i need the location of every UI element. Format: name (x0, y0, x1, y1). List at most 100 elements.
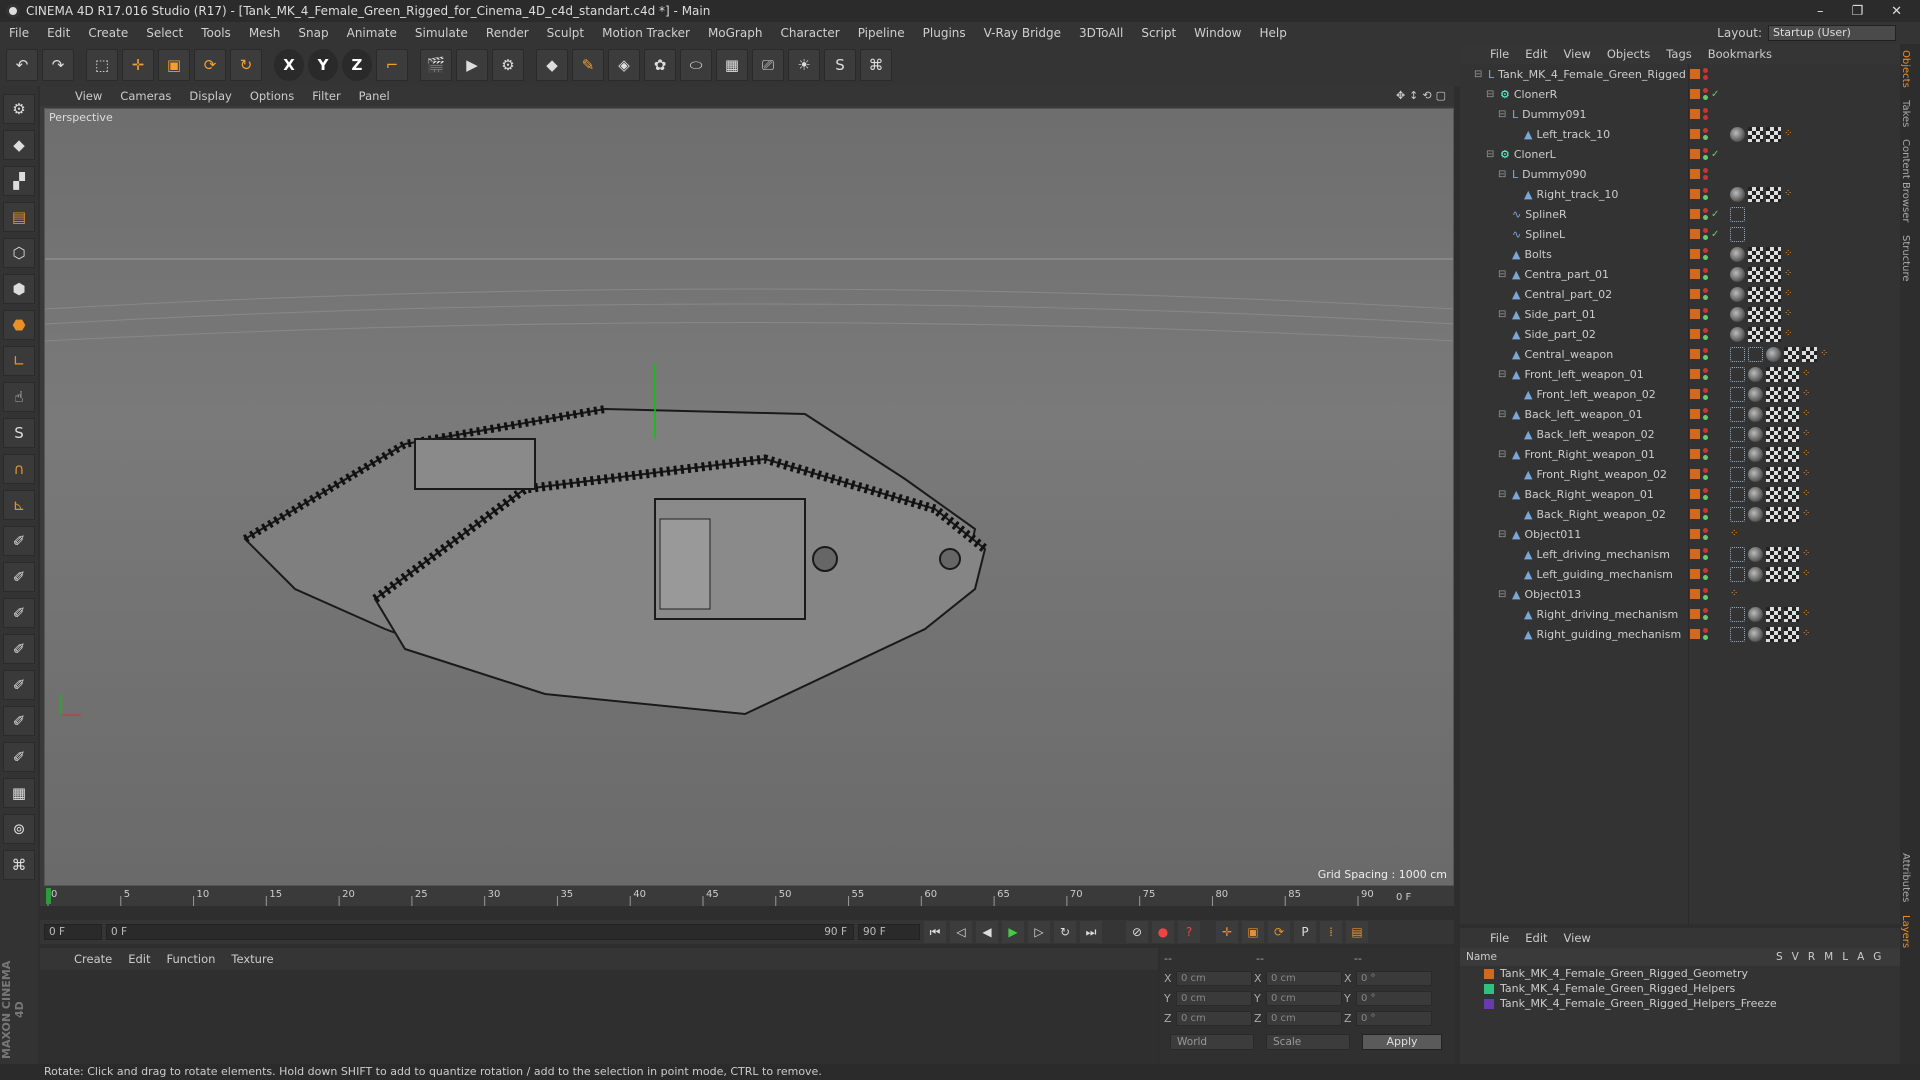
menu-item-mesh[interactable]: Mesh (240, 26, 290, 40)
selection-tag-icon[interactable] (1730, 466, 1745, 482)
texture-tag-icon[interactable] (1748, 246, 1763, 262)
render-visibility-dot[interactable] (1703, 255, 1708, 260)
texture-tag-icon[interactable] (1784, 566, 1799, 582)
timeline[interactable]: 0 5 10 15 20 25 30 35 40 45 50 55 60 65 70 75 80 85 90 0 F (40, 886, 1454, 906)
layer-color-swatch[interactable] (1484, 983, 1494, 994)
editor-visibility-dot[interactable] (1703, 608, 1708, 613)
phong-tag-icon[interactable]: ⁘ (1802, 469, 1812, 479)
object-flags[interactable]: ✓ (1690, 208, 1719, 220)
object-row[interactable]: ⊟ ⚙ ClonerR ✓ (1460, 84, 1900, 104)
side-tab-layers[interactable]: Layers (1900, 909, 1911, 954)
selection-tag-icon[interactable] (1730, 386, 1745, 402)
texture-tag-icon[interactable] (1766, 486, 1781, 502)
editor-visibility-dot[interactable] (1703, 268, 1708, 273)
object-name-cell[interactable]: ∿ SplineL (1498, 228, 1565, 241)
material-tag-icon[interactable] (1748, 366, 1763, 382)
render-visibility-dot[interactable] (1703, 575, 1708, 580)
render-visibility-dot[interactable] (1703, 475, 1708, 480)
maximize-button[interactable]: ❐ (1851, 4, 1863, 19)
key-scale-button[interactable]: ▣ (1242, 921, 1264, 943)
render-visibility-dot[interactable] (1703, 635, 1708, 640)
material-tag-icon[interactable] (1748, 406, 1763, 422)
menu-item-select[interactable]: Select (137, 26, 192, 40)
expand-toggle-icon[interactable]: ⊟ (1498, 529, 1508, 540)
x-axis-lock-button[interactable]: X (274, 49, 304, 81)
material-tag-icon[interactable] (1748, 566, 1763, 582)
texture-tag-icon[interactable] (1766, 606, 1781, 622)
deformer-button[interactable]: ⬭ (680, 49, 712, 81)
editor-visibility-dot[interactable] (1703, 128, 1708, 133)
layer-color-icon[interactable] (1690, 589, 1700, 599)
object-flags[interactable]: ✓ (1690, 88, 1719, 100)
object-flags[interactable] (1690, 68, 1708, 80)
object-name-cell[interactable]: ▲ Bolts (1498, 248, 1552, 261)
editor-visibility-dot[interactable] (1703, 108, 1708, 113)
menu-item-help[interactable]: Help (1250, 26, 1295, 40)
position-x-field[interactable]: 0 cm (1176, 970, 1252, 986)
render-visibility-dot[interactable] (1703, 375, 1708, 380)
timeline-window-button[interactable]: ▤ (1346, 921, 1368, 943)
rotation-x-field[interactable]: 0 ° (1356, 970, 1432, 986)
selection-tag-icon[interactable] (1748, 346, 1763, 362)
object-name-cell[interactable]: ▲ Back_left_weapon_02 (1510, 428, 1655, 441)
object-row[interactable]: ▲ Left_track_10 ⁘ (1460, 124, 1900, 144)
object-name-cell[interactable]: ▲ Left_track_10 (1510, 128, 1610, 141)
selection-tag-icon[interactable] (1730, 506, 1745, 522)
layer-row[interactable]: Tank_MK_4_Female_Green_Rigged_Geometry (1460, 966, 1900, 981)
expand-toggle-icon[interactable]: ⊟ (1498, 169, 1508, 180)
expand-toggle-icon[interactable]: ⊟ (1498, 409, 1508, 420)
material-menu-function[interactable]: Function (159, 952, 224, 966)
texture-tag-icon[interactable] (1766, 326, 1781, 342)
menu-item-pipeline[interactable]: Pipeline (849, 26, 914, 40)
layer-color-icon[interactable] (1690, 389, 1700, 399)
texture-tag-icon[interactable] (1766, 506, 1781, 522)
phong-tag-icon[interactable]: ⁘ (1784, 289, 1794, 299)
object-row[interactable]: ▲ Left_driving_mechanism ⁘ (1460, 544, 1900, 564)
object-row[interactable]: ▲ Central_part_02 ⁘ (1460, 284, 1900, 304)
render-visibility-dot[interactable] (1703, 535, 1708, 540)
magnet-2-button[interactable]: ⊚ (3, 814, 35, 844)
object-flags[interactable] (1690, 608, 1708, 620)
key-position-button[interactable]: ✛ (1216, 921, 1238, 943)
layer-color-icon[interactable] (1690, 369, 1700, 379)
editor-visibility-dot[interactable] (1703, 508, 1708, 513)
orbit-icon[interactable]: ⟲ (1422, 89, 1431, 102)
light-button[interactable]: ☀ (788, 49, 820, 81)
menu-item-window[interactable]: Window (1185, 26, 1250, 40)
move-tool-button[interactable]: ✛ (122, 49, 154, 81)
cloner-button[interactable]: ✿ (644, 49, 676, 81)
menu-item-snap[interactable]: Snap (289, 26, 337, 40)
rotate-tool-button[interactable]: ⟳ (194, 49, 226, 81)
object-menu-bookmarks[interactable]: Bookmarks (1700, 47, 1780, 61)
layer-color-icon[interactable] (1690, 549, 1700, 559)
texture-tag-icon[interactable] (1766, 366, 1781, 382)
render-visibility-dot[interactable] (1703, 235, 1708, 240)
go-to-end-button[interactable]: ⏭ (1080, 921, 1102, 943)
render-settings-button[interactable]: ⚙ (492, 49, 524, 81)
model-mode-button[interactable]: ◆ (3, 130, 35, 160)
menu-item-sculpt[interactable]: Sculpt (538, 26, 593, 40)
previous-frame-button[interactable]: ◀ (976, 921, 998, 943)
viewport-menu-cameras[interactable]: Cameras (111, 89, 180, 103)
viewport-canvas[interactable]: Perspective Grid Spacing: 1000 cm (44, 108, 1454, 886)
redo-button[interactable]: ↷ (42, 49, 74, 81)
python-script-button[interactable]: ⌘ (3, 850, 35, 880)
phong-tag-icon[interactable]: ⁘ (1802, 569, 1812, 579)
enabled-check-icon[interactable]: ✓ (1711, 229, 1719, 240)
snap-button[interactable]: ⊾ (3, 490, 35, 520)
vray-button[interactable]: S (824, 49, 856, 81)
object-flags[interactable] (1690, 488, 1708, 500)
object-flags[interactable] (1690, 448, 1708, 460)
object-row[interactable]: ▲ Right_track_10 ⁘ (1460, 184, 1900, 204)
object-name-cell[interactable]: ⊟ ▲ Front_Right_weapon_01 (1498, 448, 1655, 461)
side-tab-objects[interactable]: Objects (1900, 44, 1911, 94)
object-name-cell[interactable]: ⊟ L Tank_MK_4_Female_Green_Rigged (1474, 68, 1686, 81)
brush-2-button[interactable]: ✐ (3, 562, 35, 592)
object-name-cell[interactable]: ▲ Left_driving_mechanism (1510, 548, 1670, 561)
expand-toggle-icon[interactable]: ⊟ (1474, 69, 1484, 80)
render-visibility-dot[interactable] (1703, 315, 1708, 320)
menu-item-script[interactable]: Script (1132, 26, 1185, 40)
side-tab-takes[interactable]: Takes (1900, 94, 1911, 133)
layer-color-icon[interactable] (1690, 189, 1700, 199)
render-visibility-dot[interactable] (1703, 115, 1708, 120)
